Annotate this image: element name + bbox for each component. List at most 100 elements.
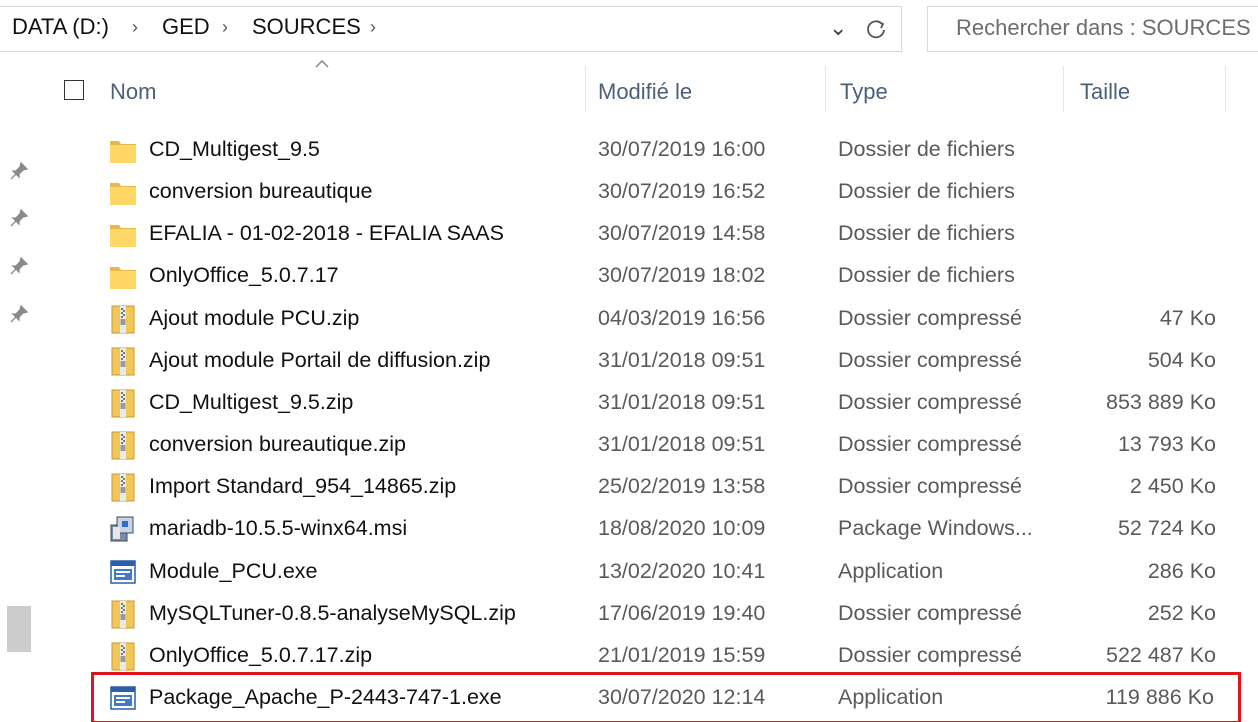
file-modified-date: 30/07/2019 14:58	[598, 221, 766, 246]
file-type: Dossier compressé	[838, 600, 1022, 625]
column-divider[interactable]	[1225, 66, 1226, 112]
file-name: conversion bureautique	[149, 179, 373, 204]
folder-icon	[110, 141, 136, 163]
file-row[interactable]: OnlyOffice_5.0.7.17.zip 21/01/2019 15:59 D…	[96, 635, 1226, 677]
chevron-right-icon[interactable]: ›	[132, 17, 138, 38]
column-modified[interactable]: Modifié le	[598, 79, 692, 105]
file-modified-date: 30/07/2020 12:14	[598, 684, 766, 709]
file-name: EFALIA - 01-02-2018 - EFALIA SAAS	[149, 221, 504, 246]
file-row[interactable]: EFALIA - 01-02-2018 - EFALIA SAAS 30/07/2…	[96, 213, 1226, 255]
file-size: 13 793 Ko	[1117, 432, 1216, 457]
file-modified-date: 30/07/2019 16:52	[598, 179, 766, 204]
msi-package-icon	[110, 516, 134, 542]
column-header: Nom Modifié le Type Taille	[40, 58, 1258, 124]
file-row[interactable]: conversion bureautique 30/07/2019 16:52 Do…	[96, 171, 1226, 213]
zip-folder-icon	[111, 389, 135, 418]
pin-icon[interactable]	[8, 255, 30, 277]
file-modified-date: 13/02/2020 10:41	[598, 558, 766, 583]
file-name: conversion bureautique.zip	[149, 432, 406, 457]
file-type: Dossier compressé	[838, 474, 1022, 499]
folder-icon	[110, 183, 136, 206]
file-row[interactable]: conversion bureautique.zip 31/01/2018 09:…	[96, 424, 1226, 466]
address-bar[interactable]: DATA (D:) › GED › SOURCES › ⌄	[0, 6, 902, 52]
breadcrumb-data-drive[interactable]: DATA (D:)	[12, 14, 109, 40]
file-modified-date: 31/01/2018 09:51	[598, 432, 766, 457]
file-row[interactable]: OnlyOffice_5.0.7.17 30/07/2019 18:02 Dossi…	[96, 255, 1226, 297]
file-name: CD_Multigest_9.5	[149, 137, 320, 161]
file-modified-date: 25/02/2019 13:58	[598, 474, 766, 499]
file-row[interactable]: MySQLTuner-0.8.5-analyseMySQL.zip 17/06/2…	[96, 593, 1226, 635]
column-divider[interactable]	[825, 66, 826, 112]
zip-folder-icon	[111, 305, 135, 334]
file-row[interactable]: Package_Apache_P-2443-747-1.exe 30/07/202…	[91, 671, 1241, 722]
file-name: MySQLTuner-0.8.5-analyseMySQL.zip	[149, 600, 516, 625]
file-type: Dossier compressé	[838, 432, 1022, 457]
file-size: 119 886 Ko	[1105, 684, 1214, 709]
file-name: Module_PCU.exe	[149, 558, 318, 583]
search-input[interactable]: Rechercher dans : SOURCES	[927, 6, 1258, 52]
chevron-right-icon[interactable]: ›	[222, 17, 228, 38]
file-row[interactable]: mariadb-10.5.5-winx64.msi 18/08/2020 10:0…	[96, 508, 1226, 550]
file-name: mariadb-10.5.5-winx64.msi	[149, 516, 408, 541]
toolbar: DATA (D:) › GED › SOURCES › ⌄ Rechercher…	[0, 0, 1258, 58]
exe-application-icon	[110, 686, 136, 710]
chevron-right-icon[interactable]: ›	[370, 17, 376, 38]
file-row[interactable]: Import Standard_954_14865.zip 25/02/2019 …	[96, 466, 1226, 508]
zip-folder-icon	[111, 642, 135, 671]
folder-icon	[110, 225, 136, 248]
file-modified-date: 04/03/2019 16:56	[598, 305, 766, 330]
file-type: Dossier de fichiers	[838, 137, 1015, 161]
file-size: 47 Ko	[1159, 305, 1216, 330]
file-name: Import Standard_954_14865.zip	[149, 474, 457, 499]
file-row[interactable]: CD_Multigest_9.5 30/07/2019 16:00 Dossier …	[96, 129, 1226, 171]
file-row[interactable]: Module_PCU.exe 13/02/2020 10:41 Applicatio…	[96, 551, 1226, 593]
address-history-dropdown-icon[interactable]: ⌄	[829, 15, 847, 41]
select-all-checkbox[interactable]	[64, 80, 84, 100]
breadcrumb-sources[interactable]: SOURCES	[252, 14, 361, 40]
sort-ascending-icon	[315, 59, 329, 68]
file-type: Dossier compressé	[838, 642, 1022, 667]
file-size: 52 724 Ko	[1117, 516, 1216, 541]
zip-folder-icon	[111, 431, 135, 460]
file-row[interactable]: Ajout module Portail de diffusion.zip 31/…	[96, 340, 1226, 382]
file-type: Dossier compressé	[838, 389, 1022, 414]
file-size: 853 889 Ko	[1106, 389, 1216, 414]
file-size: 522 487 Ko	[1106, 642, 1216, 667]
file-modified-date: 21/01/2019 15:59	[598, 642, 766, 667]
file-modified-date: 31/01/2018 09:51	[598, 389, 766, 414]
file-row[interactable]: Ajout module PCU.zip 04/03/2019 16:56 Doss…	[96, 298, 1226, 340]
file-modified-date: 31/01/2018 09:51	[598, 347, 766, 372]
column-size[interactable]: Taille	[1080, 79, 1130, 105]
pin-icon[interactable]	[8, 207, 30, 229]
file-modified-date: 18/08/2020 10:09	[598, 516, 766, 541]
zip-folder-icon	[111, 473, 135, 502]
pin-icon[interactable]	[8, 160, 30, 182]
refresh-icon[interactable]	[860, 13, 894, 47]
file-modified-date: 30/07/2019 16:00	[598, 137, 766, 161]
search-placeholder: Rechercher dans : SOURCES	[956, 15, 1251, 40]
file-type: Dossier de fichiers	[838, 179, 1015, 204]
column-type[interactable]: Type	[840, 79, 888, 105]
file-size: 2 450 Ko	[1129, 474, 1216, 499]
navigation-scrollbar-thumb[interactable]	[7, 606, 31, 652]
file-type: Application	[838, 558, 944, 583]
file-name: Ajout module Portail de diffusion.zip	[149, 347, 491, 372]
file-name: OnlyOffice_5.0.7.17.zip	[149, 642, 373, 667]
file-type: Application	[838, 684, 944, 709]
column-name[interactable]: Nom	[110, 79, 156, 105]
file-type: Dossier de fichiers	[838, 221, 1015, 246]
zip-folder-icon	[111, 347, 135, 376]
column-divider[interactable]	[585, 66, 586, 112]
file-type: Dossier compressé	[838, 347, 1022, 372]
file-type: Package Windows...	[838, 516, 1033, 541]
file-modified-date: 30/07/2019 18:02	[598, 263, 766, 288]
column-divider[interactable]	[1063, 66, 1064, 112]
pin-icon[interactable]	[8, 303, 30, 325]
file-row[interactable]: CD_Multigest_9.5.zip 31/01/2018 09:51 Doss…	[96, 382, 1226, 424]
file-size: 286 Ko	[1147, 558, 1216, 583]
file-size: 504 Ko	[1147, 347, 1216, 372]
file-name: Ajout module PCU.zip	[149, 305, 360, 330]
breadcrumb-ged[interactable]: GED	[162, 14, 210, 40]
file-type: Dossier compressé	[838, 305, 1022, 330]
zip-folder-icon	[111, 600, 135, 629]
